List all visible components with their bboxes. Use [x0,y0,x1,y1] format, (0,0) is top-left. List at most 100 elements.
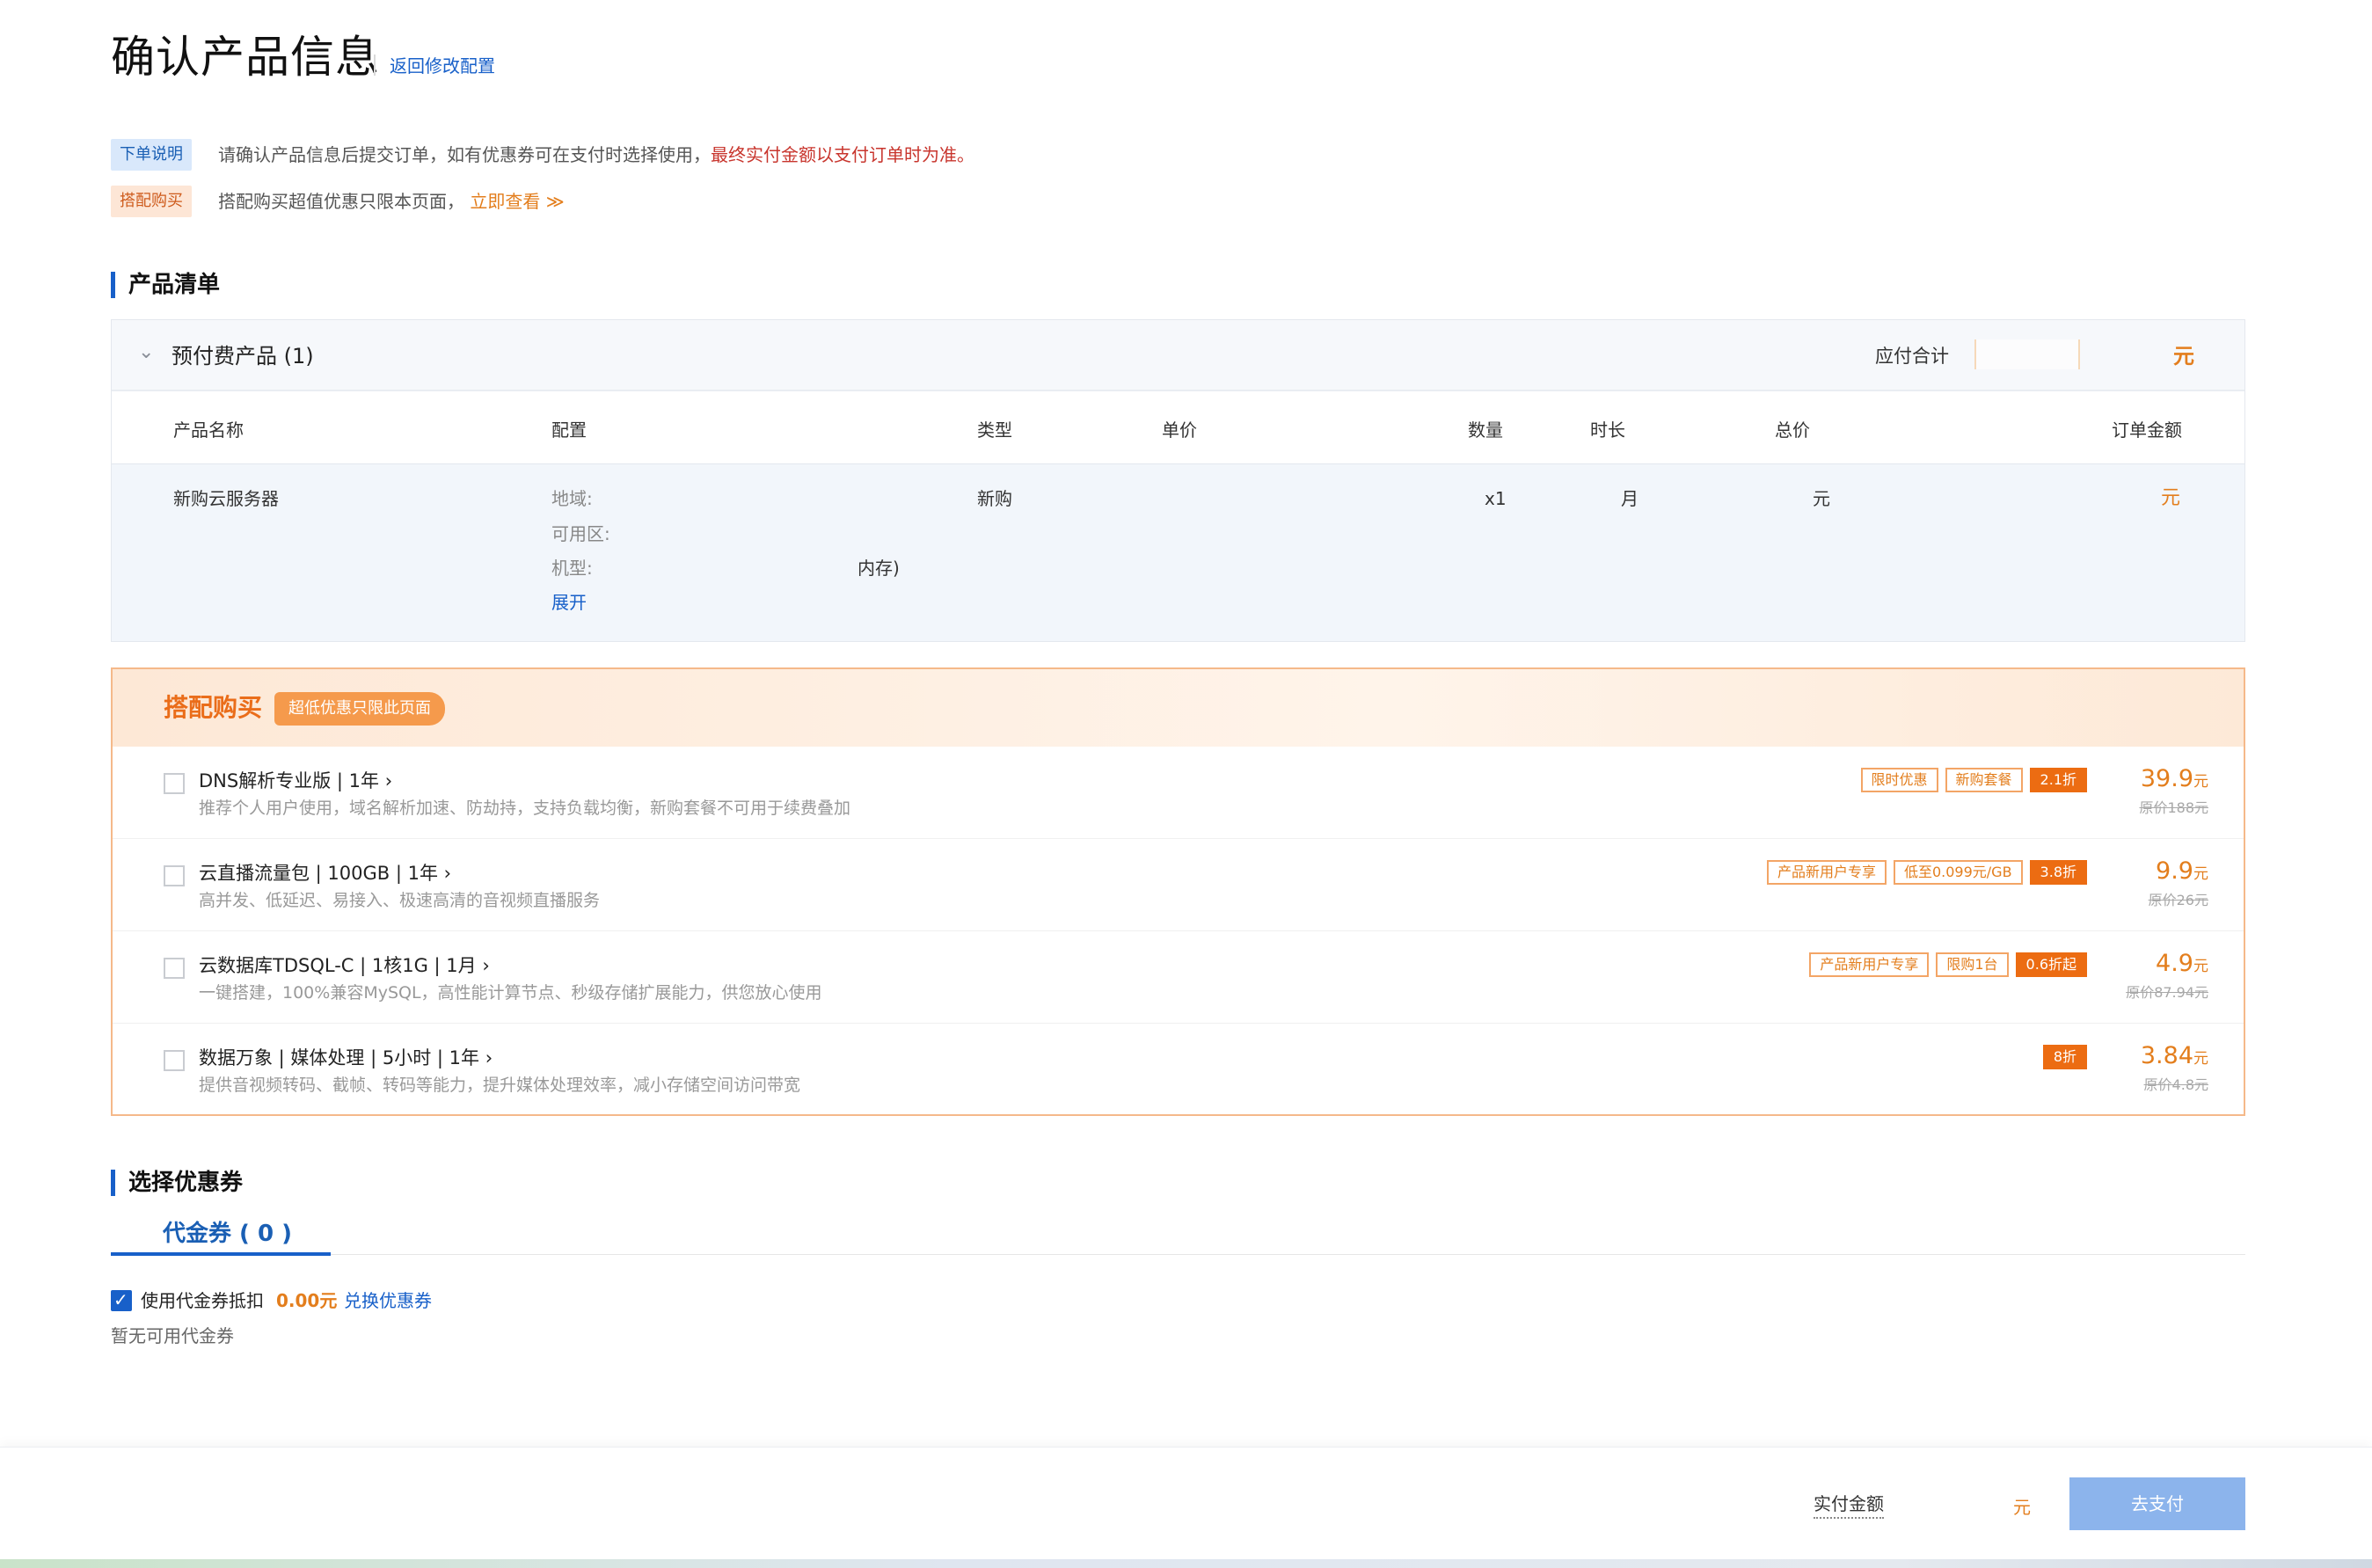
bundle-item-tags: 限时优惠 新购套餐 2.1折 [1860,768,2087,792]
page-title: 确认产品信息 [111,32,380,83]
list-item: 数据万象 | 媒体处理 | 5小时 | 1年 › 提供音视频转码、截帧、转码等能… [113,1024,2244,1114]
bundle-item-original-price: 原价4.8元 [2143,1076,2208,1093]
product-group-title: 预付费产品 (1) [172,344,314,368]
bundle-badge: 超低优惠只限此页面 [274,692,445,726]
promo-tag: 低至0.099元/GB [1893,860,2023,885]
col-header-unit-price: 单价 [1162,419,1197,441]
bundle-checkbox[interactable] [164,773,185,794]
chevron-down-icon[interactable]: ⌄ [138,341,154,363]
bundle-item-original-price: 原价87.94元 [2126,984,2208,1001]
col-header-config: 配置 [551,419,587,441]
use-voucher-checkbox[interactable]: ✓ [111,1289,132,1311]
tab-divider [111,1254,2245,1255]
bundle-item-price: 3.84元 [2140,1042,2208,1069]
order-notice: 请确认产品信息后提交订单，如有优惠券可在支付时选择使用，最终实付金额以支付订单时… [218,139,974,171]
col-header-total: 总价 [1775,419,1810,441]
actual-payment-unit: 元 [2013,1497,2031,1518]
discount-tag: 2.1折 [2029,768,2087,792]
promo-tag: 新购套餐 [1945,768,2023,792]
view-bundle-link[interactable]: 立即查看 ≫ [470,191,564,212]
bundle-notice-tag: 搭配购买 [111,186,192,217]
bundle-item-tags: 产品新用户专享 限购1台 0.6折起 [1809,952,2087,977]
bundle-item-name[interactable]: DNS解析专业版 | 1年 › [199,768,392,794]
bundle-panel: 搭配购买 超低优惠只限此页面 DNS解析专业版 | 1年 › 推荐个人用户使用，… [111,667,2245,1116]
promo-tag: 限购1台 [1936,952,2009,977]
list-item: DNS解析专业版 | 1年 › 推荐个人用户使用，域名解析加速、防劫持，支持负载… [113,747,2244,839]
promo-tag: 限时优惠 [1860,768,1938,792]
discount-tag: 8折 [2042,1045,2087,1069]
actual-payment-label[interactable]: 实付金额 [1814,1491,1884,1519]
check-icon: ✓ [113,1289,128,1310]
bundle-checkbox[interactable] [164,958,185,979]
bundle-item-desc: 高并发、低延迟、易接入、极速高清的音视频直播服务 [199,891,601,910]
bundle-checkbox[interactable] [164,1050,185,1071]
voucher-amount: 0.00元 [276,1290,338,1311]
coupon-section-title: 选择优惠券 [128,1170,244,1196]
section-marker [111,1170,115,1196]
total-price-value: 元 [1813,488,1830,509]
product-panel: ⌄ 预付费产品 (1) 应付合计 元 产品名称 配置 类型 单价 数量 时长 总… [111,319,2245,642]
table-row: 新购云服务器 地域: 可用区: 机型: 内存) 展开 新购 x1 月 元 元 [112,463,2244,641]
product-group-header[interactable]: ⌄ 预付费产品 (1) 应付合计 元 [112,320,2244,391]
bundle-item-price: 39.9元 [2140,765,2208,792]
order-notice-tag: 下单说明 [111,139,192,171]
bundle-item-tags: 产品新用户专享 低至0.099元/GB 3.8折 [1766,860,2087,885]
chevron-right-icon: › [485,1047,493,1068]
use-voucher-label: 使用代金券抵扣 [141,1290,264,1311]
order-notice-warning: 最终实付金额以支付订单时为准。 [711,144,974,165]
active-tab-indicator [111,1252,331,1256]
bundle-item-price: 4.9元 [2156,950,2208,977]
discount-tag: 0.6折起 [2015,952,2087,977]
bundle-item-name[interactable]: 数据万象 | 媒体处理 | 5小时 | 1年 › [199,1045,493,1071]
back-to-config-link[interactable]: 返回修改配置 [390,53,495,79]
promo-tag: 产品新用户专享 [1766,860,1887,885]
duration-value: 月 [1621,488,1639,509]
col-header-type: 类型 [977,419,1012,441]
order-notice-text: 请确认产品信息后提交订单，如有优惠券可在支付时选择使用， [218,144,711,165]
region-label: 地域: [551,488,593,509]
bundle-item-desc: 一键搭建，100%兼容MySQL，高性能计算节点、秒级存储扩展能力，供您放心使用 [199,983,822,1003]
total-unit: 元 [2173,344,2194,368]
tab-voucher[interactable]: 代金券 ( 0 ) [163,1218,292,1250]
model-label: 机型: [551,558,593,579]
zone-label: 可用区: [551,523,610,544]
bundle-item-price: 9.9元 [2156,857,2208,885]
product-list-title: 产品清单 [128,272,221,298]
discount-tag: 3.8折 [2029,860,2087,885]
model-value: 内存) [858,558,900,579]
no-voucher-text: 暂无可用代金券 [111,1325,234,1346]
bundle-notice: 搭配购买超值优惠只限本页面， 立即查看 ≫ [218,186,565,217]
bundle-item-tags: 8折 [2042,1045,2087,1069]
list-item: 云数据库TDSQL-C | 1核1G | 1月 › 一键搭建，100%兼容MyS… [113,931,2244,1024]
title-divider [374,55,376,76]
bundle-item-name[interactable]: 云数据库TDSQL-C | 1核1G | 1月 › [199,952,490,979]
chevron-right-icon: › [443,863,452,884]
chevron-right-icon: › [482,955,490,976]
purchase-type: 新购 [977,488,1012,509]
promo-tag: 产品新用户专享 [1809,952,1930,977]
bundle-notice-text: 搭配购买超值优惠只限本页面， [218,191,464,212]
quantity-value: x1 [1485,488,1507,509]
chevron-right-icon: › [384,770,393,791]
expand-config-link[interactable]: 展开 [551,589,587,616]
pay-button[interactable]: 去支付 [2069,1477,2245,1530]
bundle-checkbox[interactable] [164,865,185,886]
total-amount-value [1974,339,2080,369]
list-item: 云直播流量包 | 100GB | 1年 › 高并发、低延迟、易接入、极速高清的音… [113,839,2244,931]
order-amount-unit: 元 [2161,487,2181,509]
bundle-header: 搭配购买 超低优惠只限此页面 [113,669,2244,747]
col-header-duration: 时长 [1590,419,1625,441]
col-header-name: 产品名称 [173,419,244,441]
bundle-item-original-price: 原价26元 [2148,892,2208,908]
total-label: 应付合计 [1875,346,1949,367]
exchange-coupon-link[interactable]: 兑换优惠券 [344,1287,432,1315]
section-marker [111,272,115,298]
col-header-quantity: 数量 [1468,419,1503,441]
bottom-strip [0,1559,2372,1568]
col-header-order-amount: 订单金额 [2112,419,2182,441]
bundle-item-original-price: 原价188元 [2139,799,2208,816]
bundle-title: 搭配购买 [164,693,263,722]
product-name: 新购云服务器 [173,488,279,509]
bundle-item-name[interactable]: 云直播流量包 | 100GB | 1年 › [199,860,451,886]
bundle-item-desc: 提供音视频转码、截帧、转码等能力，提升媒体处理效率，减小存储空间访问带宽 [199,1076,801,1095]
